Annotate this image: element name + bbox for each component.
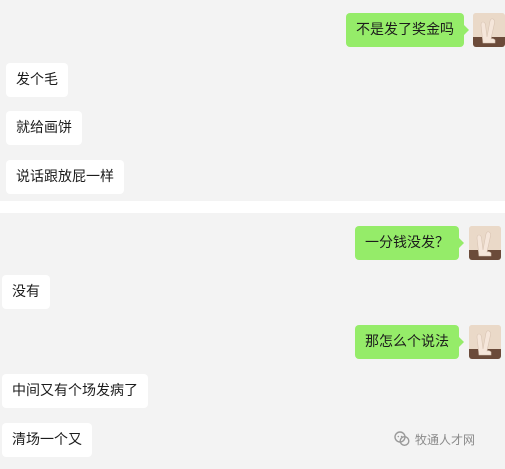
- message-text: 不是发了奖金吗: [356, 22, 454, 38]
- message-text: 清场一个又: [12, 432, 82, 448]
- message-bubble-incoming[interactable]: 说话跟放屁一样: [6, 160, 124, 194]
- message-bubble-outgoing[interactable]: 不是发了奖金吗: [346, 13, 469, 47]
- message-text: 就给画饼: [16, 120, 72, 136]
- message-bubble-outgoing[interactable]: 那怎么个说法: [355, 325, 464, 359]
- message-text: 发个毛: [16, 72, 58, 88]
- message-text: 没有: [12, 284, 40, 300]
- message-text: 一分钱没发？: [365, 235, 449, 251]
- hand-peace-avatar-icon: [469, 226, 501, 260]
- watermark: 牧通人才网: [393, 426, 475, 452]
- panel-divider: [0, 201, 505, 213]
- hand-peace-avatar-icon: [469, 325, 501, 359]
- chat-screenshot: 不是发了奖金吗 发个毛 就给画饼 说话跟放屁一样 一分钱没发？ 没有 那怎么个说…: [0, 0, 505, 469]
- avatar[interactable]: [473, 13, 505, 47]
- message-bubble-incoming[interactable]: 中间又有个场发病了: [2, 374, 148, 408]
- wechat-official-account-icon: [394, 431, 410, 447]
- avatar[interactable]: [469, 325, 501, 359]
- message-bubble-incoming[interactable]: 发个毛: [6, 63, 68, 97]
- avatar[interactable]: [469, 226, 501, 260]
- message-bubble-incoming[interactable]: 清场一个又: [2, 423, 92, 457]
- message-bubble-incoming[interactable]: 没有: [2, 275, 50, 309]
- message-bubble-incoming[interactable]: 就给画饼: [6, 111, 82, 145]
- watermark-text: 牧通人才网: [415, 432, 476, 447]
- message-text: 那怎么个说法: [365, 334, 449, 350]
- chat-panel-top: 不是发了奖金吗 发个毛 就给画饼 说话跟放屁一样: [0, 0, 505, 201]
- message-text: 中间又有个场发病了: [12, 383, 138, 399]
- hand-peace-avatar-icon: [473, 13, 505, 47]
- message-text: 说话跟放屁一样: [16, 169, 114, 185]
- message-bubble-outgoing[interactable]: 一分钱没发？: [355, 226, 464, 260]
